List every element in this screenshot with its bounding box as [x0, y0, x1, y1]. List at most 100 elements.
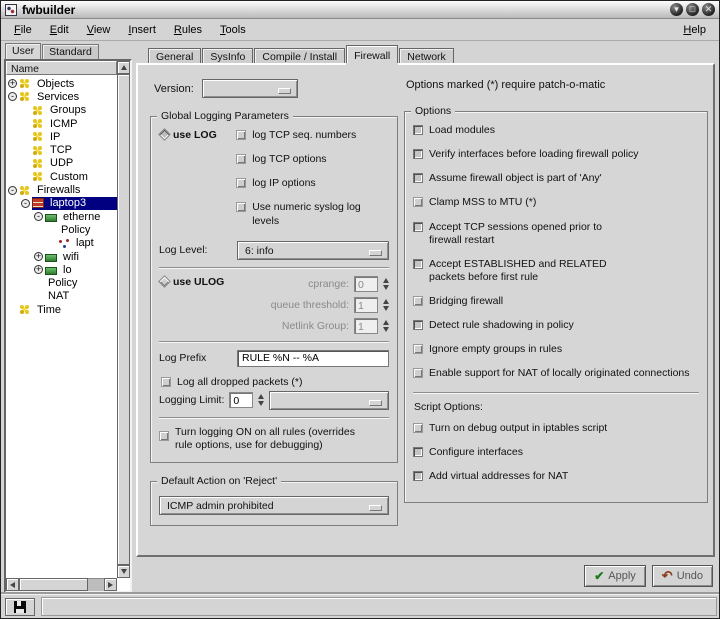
scroll-up-icon[interactable] — [117, 61, 130, 74]
tree-item[interactable]: lapt — [6, 237, 117, 250]
option-row[interactable]: Bridging firewall — [413, 295, 699, 308]
sidebar-tab[interactable]: Standard — [42, 44, 99, 59]
radio-icon[interactable] — [158, 275, 171, 288]
checkbox-icon[interactable] — [159, 431, 169, 441]
tree-item-body[interactable]: Policy — [45, 277, 117, 290]
tree-item[interactable]: Custom — [6, 170, 117, 183]
use-log-option[interactable]: use LOG — [159, 129, 236, 239]
tree-expander-icon[interactable]: + — [34, 265, 43, 274]
checkbox-icon[interactable] — [413, 149, 423, 159]
tree-item[interactable]: Groups — [6, 104, 117, 117]
tree-item-body[interactable]: Objects — [19, 77, 117, 90]
scroll-down-icon[interactable] — [117, 565, 130, 578]
tree-item[interactable]: + Objects — [6, 77, 117, 90]
checkbox-icon[interactable] — [413, 471, 423, 481]
log-level-combobox[interactable]: 6: info — [237, 241, 389, 260]
tree-item-body[interactable]: UDP — [32, 157, 117, 170]
spin-up-icon[interactable] — [383, 278, 389, 283]
tree-column-header[interactable]: Name — [6, 61, 117, 75]
radio-icon[interactable] — [158, 128, 171, 141]
tree-item[interactable]: + wifi — [6, 250, 117, 263]
scroll-right-icon[interactable] — [104, 578, 117, 591]
checkbox-icon[interactable] — [413, 197, 423, 207]
logging-limit-combobox[interactable] — [269, 391, 389, 410]
checkbox-row[interactable]: Use numeric syslog log levels — [236, 201, 389, 227]
option-row[interactable]: Ignore empty groups in rules — [413, 343, 699, 356]
checkbox-icon[interactable] — [236, 154, 246, 164]
spin-down-icon[interactable] — [258, 401, 264, 406]
option-row[interactable]: Accept TCP sessions opened prior to fire… — [413, 221, 699, 247]
checkbox-icon[interactable] — [413, 125, 423, 135]
tree-item-body[interactable]: Time — [19, 303, 117, 316]
tree-horizontal-scrollbar[interactable] — [6, 578, 117, 591]
option-row[interactable]: Configure interfaces — [413, 446, 699, 459]
version-combobox[interactable] — [202, 79, 298, 98]
tree-item-body[interactable]: NAT — [45, 290, 117, 303]
tree-item[interactable]: - laptop3 — [6, 197, 117, 210]
tree-hscroll-thumb[interactable] — [19, 578, 88, 591]
spin-up-icon[interactable] — [383, 320, 389, 325]
tree-vscroll-thumb[interactable] — [117, 74, 130, 565]
tree-item-body[interactable]: Custom — [32, 170, 117, 183]
tree-vertical-scrollbar[interactable] — [117, 61, 130, 578]
tree-item-body[interactable]: Groups — [32, 104, 117, 117]
tree-item[interactable]: ICMP — [6, 117, 117, 130]
spin-field[interactable]: 1 — [354, 318, 378, 334]
checkbox-icon[interactable] — [413, 368, 423, 378]
maximize-icon[interactable]: □ — [686, 3, 699, 16]
tree-item-body[interactable]: Policy — [58, 223, 117, 236]
tree-expander-icon[interactable]: - — [21, 199, 30, 208]
save-button[interactable] — [5, 598, 35, 616]
option-row[interactable]: Add virtual addresses for NAT — [413, 470, 699, 483]
settings-tab[interactable]: Firewall — [346, 45, 398, 63]
dropped-packets-option[interactable]: Log all dropped packets (*) — [161, 376, 389, 389]
tree-item-body[interactable]: Services — [19, 90, 117, 103]
option-row[interactable]: Detect rule shadowing in policy — [413, 319, 699, 332]
settings-tab[interactable]: Compile / Install — [254, 48, 345, 63]
tree-item[interactable]: Time — [6, 303, 117, 316]
turn-logging-option[interactable]: Turn logging ON on all rules (overrides … — [159, 426, 389, 452]
checkbox-icon[interactable] — [413, 222, 423, 232]
tree-item[interactable]: - etherne — [6, 210, 117, 223]
menu-item[interactable]: File — [5, 21, 41, 39]
tree-item-body[interactable]: ICMP — [32, 117, 117, 130]
spin-up-icon[interactable] — [258, 394, 264, 399]
tree-item-body[interactable]: lapt — [58, 237, 117, 250]
tree-item-body[interactable]: wifi — [45, 250, 117, 263]
checkbox-icon[interactable] — [413, 259, 423, 269]
tree-item[interactable]: TCP — [6, 143, 117, 156]
tree-item[interactable]: - Firewalls — [6, 183, 117, 196]
option-row[interactable]: Enable support for NAT of locally origin… — [413, 367, 699, 380]
checkbox-icon[interactable] — [413, 320, 423, 330]
logging-limit-spin[interactable]: 0 — [229, 392, 253, 408]
checkbox-icon[interactable] — [413, 423, 423, 433]
tree-expander-icon[interactable]: - — [34, 212, 43, 221]
spin-field[interactable]: 0 — [354, 276, 378, 292]
option-row[interactable]: Turn on debug output in iptables script — [413, 422, 699, 435]
tree-item[interactable]: IP — [6, 130, 117, 143]
menu-item-help[interactable]: Help — [674, 21, 715, 39]
tree-item[interactable]: Policy — [6, 276, 117, 289]
undo-button[interactable]: ↶ Undo — [652, 565, 713, 587]
tree-item-body[interactable]: etherne — [45, 210, 117, 223]
use-ulog-option[interactable]: use ULOG — [159, 276, 224, 334]
checkbox-icon[interactable] — [413, 296, 423, 306]
spin-down-icon[interactable] — [383, 327, 389, 332]
tree-item[interactable]: UDP — [6, 157, 117, 170]
default-action-combobox[interactable]: ICMP admin prohibited — [159, 496, 389, 515]
settings-tab[interactable]: SysInfo — [202, 48, 253, 63]
option-row[interactable]: Accept ESTABLISHED and RELATED packets b… — [413, 258, 699, 284]
tree-item-body[interactable]: laptop3 — [32, 197, 117, 210]
scroll-left-icon[interactable] — [6, 578, 19, 591]
checkbox-icon[interactable] — [236, 130, 246, 140]
tree-item-body[interactable]: TCP — [32, 144, 117, 157]
tree-item-body[interactable]: Firewalls — [19, 184, 117, 197]
checkbox-icon[interactable] — [236, 202, 246, 212]
spin-down-icon[interactable] — [383, 285, 389, 290]
menu-item[interactable]: Rules — [165, 21, 211, 39]
option-row[interactable]: Load modules — [413, 124, 699, 137]
tree-item[interactable]: Policy — [6, 223, 117, 236]
apply-button[interactable]: ✔ Apply — [584, 565, 646, 587]
shade-icon[interactable]: ▾ — [670, 3, 683, 16]
tree-expander-icon[interactable]: + — [34, 252, 43, 261]
